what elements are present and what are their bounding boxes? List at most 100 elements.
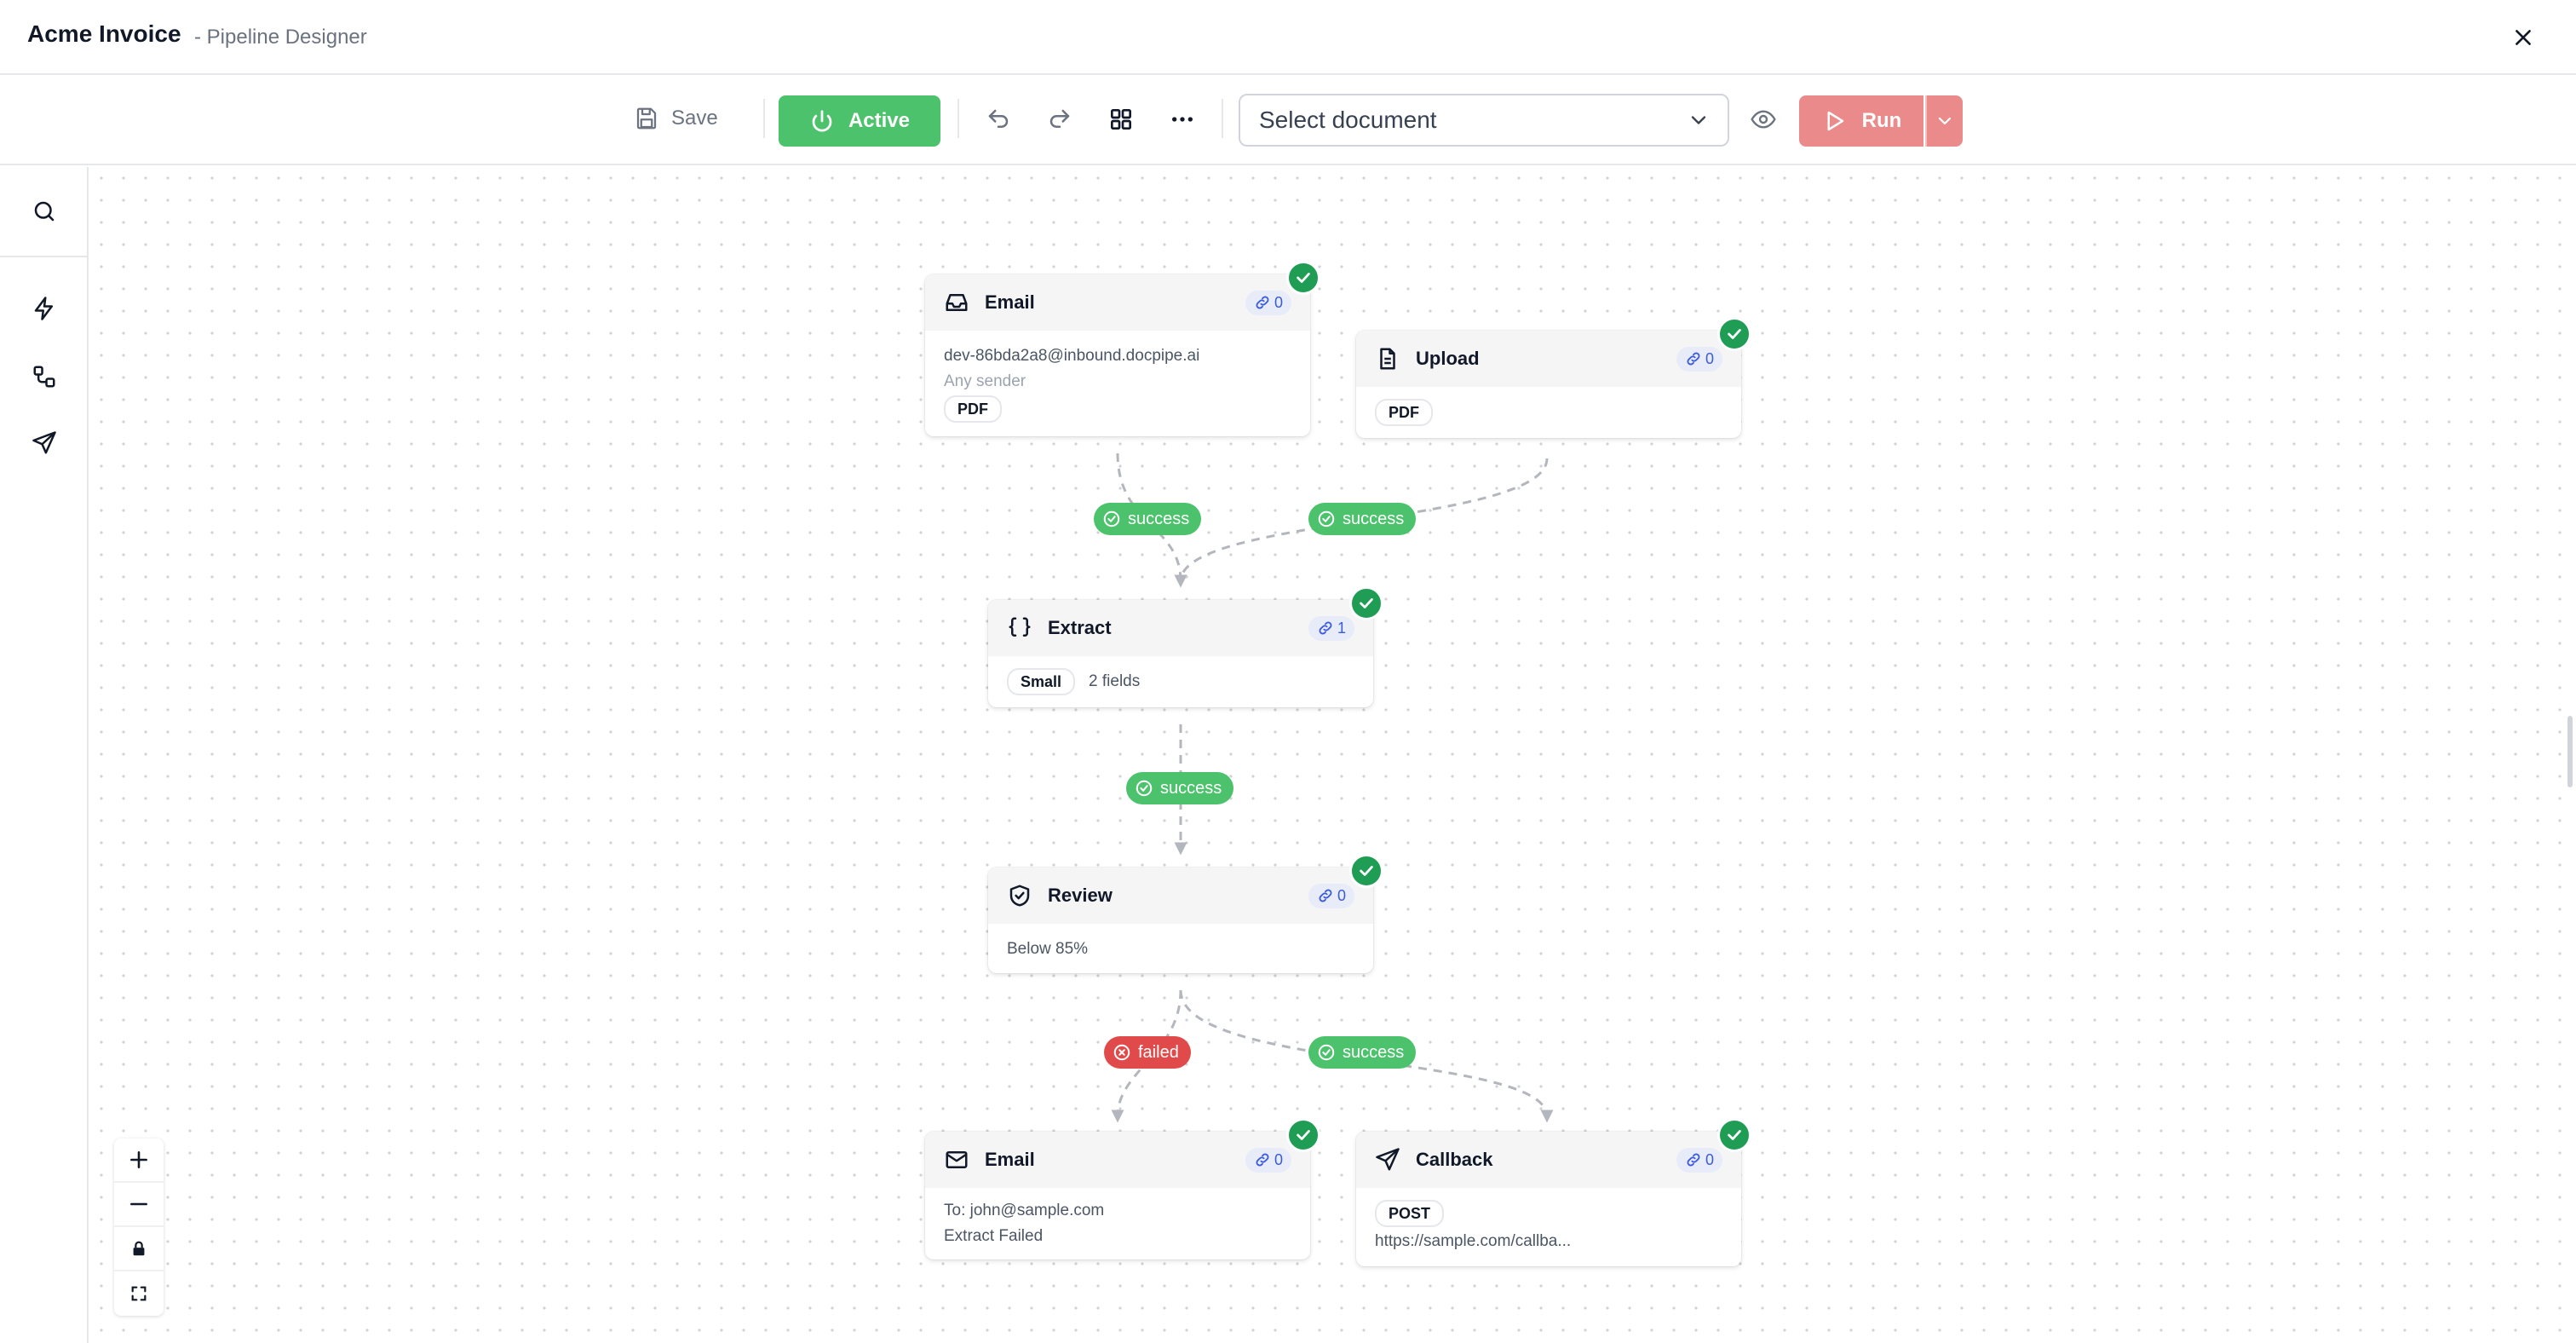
link-count: 0 bbox=[1274, 293, 1283, 311]
toolbar-divider bbox=[763, 99, 765, 138]
check-circle-icon bbox=[1136, 780, 1153, 797]
undo-button[interactable] bbox=[975, 95, 1022, 143]
document-select-placeholder: Select document bbox=[1259, 107, 1437, 133]
node-title: Review bbox=[1048, 885, 1113, 906]
page-subtitle: - Pipeline Designer bbox=[194, 26, 367, 49]
edge-layer bbox=[1111, 452, 1554, 1123]
shield-check-icon bbox=[1009, 885, 1030, 907]
document-select[interactable]: Select document bbox=[1239, 94, 1729, 147]
link-count: 0 bbox=[1337, 886, 1346, 904]
chevron-down-icon bbox=[1938, 117, 1952, 125]
email-subject: Extract Failed bbox=[944, 1227, 1044, 1245]
preview-button[interactable] bbox=[1739, 95, 1787, 143]
link-count: 1 bbox=[1337, 619, 1346, 637]
node-upload[interactable]: Upload 0 PDF bbox=[1356, 331, 1741, 438]
link-count-badge[interactable]: 0 bbox=[1245, 290, 1291, 315]
node-email-trigger[interactable]: Email 0 dev-86bda2a8@inbound.docpipe.ai … bbox=[925, 274, 1310, 436]
node-status-check bbox=[1286, 1118, 1320, 1152]
file-type-tag: PDF bbox=[944, 395, 1002, 423]
node-status-check bbox=[1349, 586, 1383, 620]
link-count-badge[interactable]: 0 bbox=[1308, 883, 1354, 908]
edge-label-extract-to-review[interactable]: success bbox=[1126, 772, 1234, 804]
link-icon bbox=[1319, 889, 1332, 902]
check-circle-icon bbox=[1103, 510, 1120, 527]
chevron-down-icon bbox=[1691, 116, 1706, 124]
edge-label-text: success bbox=[1343, 509, 1405, 528]
node-review[interactable]: Review 0 Below 85% bbox=[988, 867, 1373, 973]
edge-label-review-to-email[interactable]: failed bbox=[1104, 1036, 1191, 1069]
send-icon bbox=[32, 431, 56, 454]
save-icon bbox=[636, 107, 657, 130]
link-count-badge[interactable]: 0 bbox=[1676, 346, 1722, 372]
check-circle-icon bbox=[1318, 510, 1335, 527]
confidence-threshold: Below 85% bbox=[1007, 940, 1089, 958]
zoom-out-button[interactable] bbox=[114, 1183, 164, 1227]
inbox-icon bbox=[946, 294, 968, 311]
node-title: Upload bbox=[1416, 348, 1480, 369]
link-count: 0 bbox=[1705, 1150, 1714, 1168]
run-label: Run bbox=[1861, 109, 1902, 132]
node-status-check bbox=[1717, 1118, 1751, 1152]
eye-icon bbox=[1751, 110, 1776, 129]
check-icon bbox=[1728, 1130, 1741, 1140]
edge-label-upload-to-extract[interactable]: success bbox=[1308, 503, 1417, 535]
canvas-scrollbar[interactable] bbox=[2567, 716, 2573, 787]
sidebar-divider bbox=[0, 256, 89, 257]
redo-icon bbox=[1049, 109, 1070, 128]
link-count-badge[interactable]: 1 bbox=[1308, 615, 1354, 641]
fit-view-icon bbox=[131, 1286, 147, 1301]
node-email-action[interactable]: Email 0 To: john@sample.com Extract Fail… bbox=[925, 1132, 1310, 1259]
file-type-tag: PDF bbox=[1375, 399, 1433, 426]
grid-icon bbox=[1111, 108, 1131, 130]
sidebar-search-button[interactable] bbox=[22, 189, 66, 233]
edge-label-text: failed bbox=[1138, 1042, 1179, 1062]
link-count: 0 bbox=[1705, 349, 1714, 367]
minus-icon bbox=[130, 1202, 147, 1206]
lock-icon bbox=[133, 1241, 145, 1256]
active-toggle-button[interactable]: Active bbox=[779, 95, 940, 147]
mail-icon bbox=[946, 1151, 968, 1168]
link-count: 0 bbox=[1274, 1150, 1283, 1168]
sidebar-actions-button[interactable] bbox=[22, 421, 66, 465]
inbound-address: dev-86bda2a8@inbound.docpipe.ai bbox=[944, 347, 1200, 365]
link-icon bbox=[1319, 621, 1332, 635]
nodes-icon bbox=[33, 366, 55, 388]
close-button[interactable] bbox=[2504, 19, 2542, 56]
sidebar-triggers-button[interactable] bbox=[22, 286, 66, 331]
edge-label-text: success bbox=[1160, 778, 1222, 798]
save-label: Save bbox=[671, 107, 718, 130]
link-icon bbox=[1256, 296, 1269, 309]
check-icon bbox=[1728, 329, 1741, 339]
node-title: Extract bbox=[1048, 617, 1112, 638]
redo-button[interactable] bbox=[1036, 95, 1084, 143]
node-callback[interactable]: Callback 0 POST https://sample.com/callb… bbox=[1356, 1132, 1741, 1266]
toolbar: Save Active Select document Run bbox=[0, 75, 2576, 165]
edge-label-review-to-callback[interactable]: success bbox=[1308, 1036, 1417, 1069]
edge-label-text: success bbox=[1343, 1042, 1405, 1062]
check-icon bbox=[1297, 1130, 1310, 1140]
active-label: Active bbox=[848, 109, 911, 132]
run-options-button[interactable] bbox=[1925, 95, 1963, 147]
layout-button[interactable] bbox=[1097, 95, 1145, 143]
pipeline-canvas[interactable]: success success success failed success E… bbox=[90, 167, 2576, 1343]
sidebar-processors-button[interactable] bbox=[22, 354, 66, 399]
callback-url: https://sample.com/callba... bbox=[1375, 1232, 1572, 1250]
node-title: Email bbox=[985, 1149, 1035, 1170]
save-button[interactable]: Save bbox=[624, 92, 743, 145]
node-extract[interactable]: Extract 1 Small 2 fields bbox=[988, 600, 1373, 707]
lightning-icon bbox=[34, 297, 53, 320]
more-options-button[interactable] bbox=[1159, 95, 1206, 143]
http-method-tag: POST bbox=[1375, 1200, 1445, 1227]
node-status-check bbox=[1286, 261, 1320, 295]
link-count-badge[interactable]: 0 bbox=[1245, 1147, 1291, 1173]
fit-view-button[interactable] bbox=[114, 1271, 164, 1316]
zoom-in-button[interactable] bbox=[114, 1138, 164, 1183]
run-button[interactable]: Run bbox=[1799, 95, 1923, 147]
node-status-check bbox=[1349, 854, 1383, 888]
link-count-badge[interactable]: 0 bbox=[1676, 1147, 1722, 1173]
link-icon bbox=[1687, 352, 1700, 366]
check-icon bbox=[1360, 598, 1373, 608]
edge-label-email-to-extract[interactable]: success bbox=[1094, 503, 1202, 535]
search-icon bbox=[34, 201, 55, 222]
lock-canvas-button[interactable] bbox=[114, 1227, 164, 1271]
